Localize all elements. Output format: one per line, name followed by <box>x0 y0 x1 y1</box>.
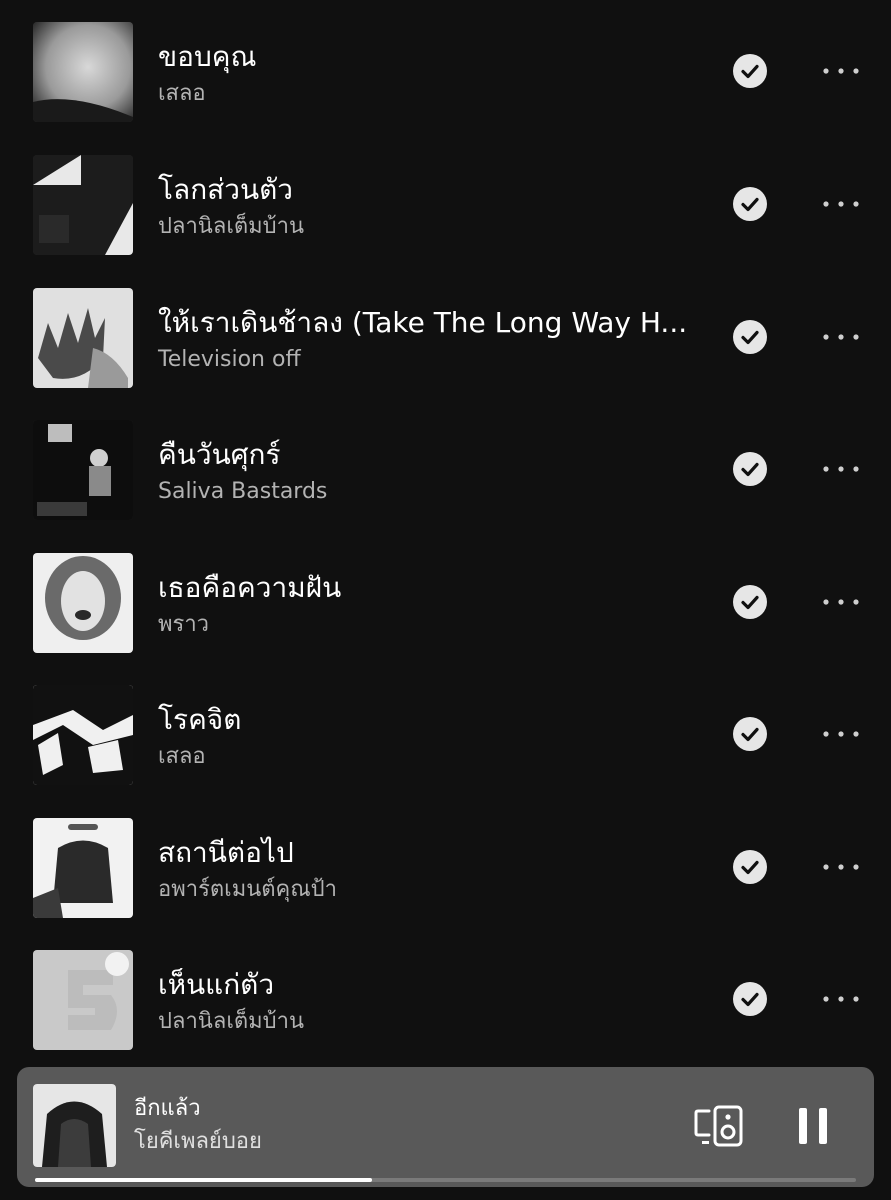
playback-progress-fill <box>35 1178 372 1182</box>
album-art <box>33 22 133 122</box>
track-artist: อพาร์ตเมนต์คุณป้า <box>158 877 337 902</box>
track-row[interactable]: ขอบคุณ เสลอ <box>0 22 891 122</box>
album-art <box>33 420 133 520</box>
check-circle-icon[interactable] <box>733 717 767 751</box>
track-title: เห็นแก่ตัว <box>158 968 275 1001</box>
track-artist: Television off <box>158 347 301 372</box>
check-circle-icon[interactable] <box>733 982 767 1016</box>
more-horizontal-icon[interactable] <box>818 717 864 751</box>
track-row[interactable]: คืนวันศุกร์ Saliva Bastards <box>0 420 891 520</box>
album-art <box>33 950 133 1050</box>
more-horizontal-icon[interactable] <box>818 187 864 221</box>
track-row[interactable]: โรคจิต เสลอ <box>0 685 891 785</box>
check-circle-icon[interactable] <box>733 585 767 619</box>
more-horizontal-icon[interactable] <box>818 850 864 884</box>
track-title: ให้เราเดินช้าลง (Take The Long Way H... <box>158 306 688 339</box>
check-circle-icon[interactable] <box>733 187 767 221</box>
more-horizontal-icon[interactable] <box>818 982 864 1016</box>
now-playing-title: อีกแล้ว <box>134 1096 201 1121</box>
track-row[interactable]: โลกส่วนตัว ปลานิลเต็มบ้าน <box>0 155 891 255</box>
track-row[interactable]: ให้เราเดินช้าลง (Take The Long Way H... … <box>0 288 891 388</box>
track-artist: ปลานิลเต็มบ้าน <box>158 1009 304 1034</box>
track-artist: ปลานิลเต็มบ้าน <box>158 214 304 239</box>
playback-progress-bar[interactable] <box>35 1178 856 1182</box>
check-circle-icon[interactable] <box>733 850 767 884</box>
now-playing-album-art <box>33 1084 116 1167</box>
album-art <box>33 155 133 255</box>
track-title: ขอบคุณ <box>158 40 257 73</box>
speaker-device-icon[interactable] <box>693 1103 747 1149</box>
check-circle-icon[interactable] <box>733 320 767 354</box>
now-playing-artist: โยคีเพลย์บอย <box>134 1129 262 1154</box>
check-circle-icon[interactable] <box>733 452 767 486</box>
track-artist: พราว <box>158 612 210 637</box>
track-row[interactable]: เห็นแก่ตัว ปลานิลเต็มบ้าน <box>0 950 891 1050</box>
more-horizontal-icon[interactable] <box>818 585 864 619</box>
more-horizontal-icon[interactable] <box>818 54 864 88</box>
pause-icon[interactable] <box>793 1103 833 1149</box>
now-playing-bar[interactable]: อีกแล้ว โยคีเพลย์บอย <box>17 1067 874 1187</box>
track-title: โลกส่วนตัว <box>158 173 294 206</box>
album-art <box>33 685 133 785</box>
track-artist: Saliva Bastards <box>158 479 328 504</box>
track-title: โรคจิต <box>158 703 242 736</box>
track-title: คืนวันศุกร์ <box>158 438 281 471</box>
track-title: สถานีต่อไป <box>158 836 294 869</box>
more-horizontal-icon[interactable] <box>818 320 864 354</box>
check-circle-icon[interactable] <box>733 54 767 88</box>
track-artist: เสลอ <box>158 744 206 769</box>
album-art <box>33 818 133 918</box>
more-horizontal-icon[interactable] <box>818 452 864 486</box>
album-art <box>33 553 133 653</box>
track-row[interactable]: สถานีต่อไป อพาร์ตเมนต์คุณป้า <box>0 818 891 918</box>
track-row[interactable]: เธอคือความฝัน พราว <box>0 553 891 653</box>
track-artist: เสลอ <box>158 81 206 106</box>
track-title: เธอคือความฝัน <box>158 571 342 604</box>
album-art <box>33 288 133 388</box>
